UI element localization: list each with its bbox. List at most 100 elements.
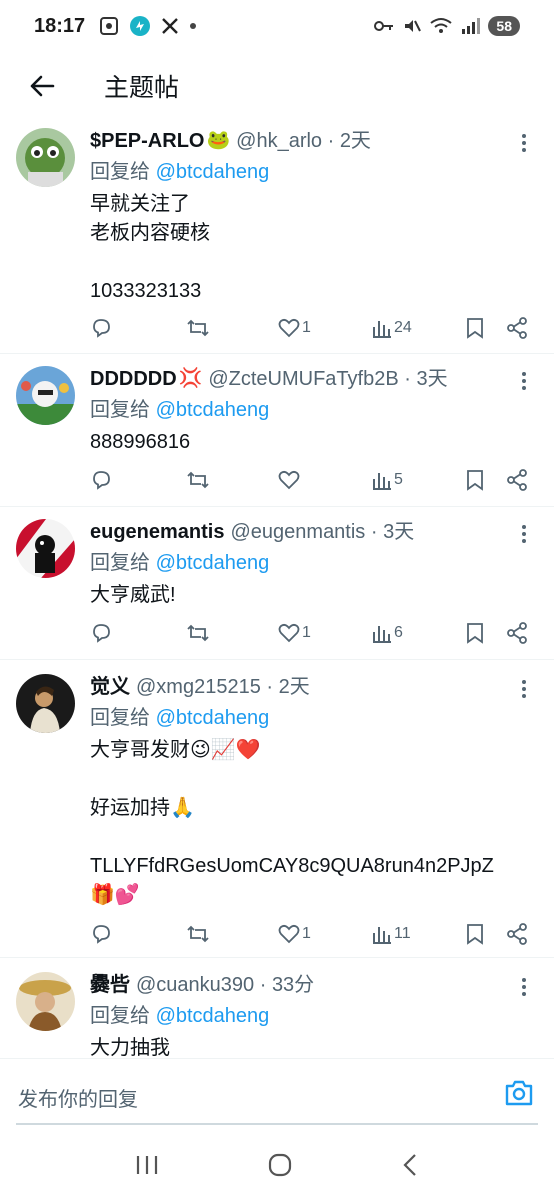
display-name[interactable]: eugenemantis — [90, 519, 224, 545]
like-button[interactable] — [278, 466, 302, 494]
status-bar: 18:17 58 — [0, 0, 554, 52]
share-icon — [507, 317, 527, 339]
share-icon — [507, 622, 527, 644]
reply-mention-link[interactable]: @btcdaheng — [156, 399, 270, 421]
signal-icon — [462, 18, 481, 34]
more-options-button[interactable] — [514, 370, 534, 390]
repost-icon — [187, 471, 209, 489]
views-button[interactable]: 6 — [372, 619, 403, 647]
tweet-reply[interactable]: DDDDDD 💢 @ZcteUMUFaTyfb2B · 3天 回复给 @btcd… — [0, 354, 554, 507]
like-button[interactable]: 1 — [278, 314, 311, 342]
more-options-button[interactable] — [514, 976, 534, 996]
bookmark-button[interactable] — [466, 619, 484, 647]
display-name[interactable]: 爨呰 — [90, 972, 130, 998]
reply-to-label: 回复给 — [90, 161, 150, 183]
tweet-text: 大亨哥发财😉📈❤️ 好运加持🙏 TLLYFfdRGesUomCAY8c9QUA8… — [90, 739, 494, 906]
display-name[interactable]: 觉义 — [90, 674, 130, 700]
like-button[interactable]: 1 — [278, 920, 311, 948]
bookmark-button[interactable] — [466, 920, 484, 948]
handle-and-time: @eugenmantis · 3天 — [230, 521, 415, 543]
reply-button[interactable] — [90, 920, 112, 948]
avatar[interactable] — [16, 366, 75, 425]
reply-to-line: 回复给 @btcdaheng — [90, 158, 534, 186]
repost-button[interactable] — [186, 920, 210, 948]
views-count: 5 — [394, 471, 403, 488]
wifi-icon — [430, 18, 453, 33]
repost-button[interactable] — [186, 314, 210, 342]
more-options-button[interactable] — [514, 678, 534, 698]
share-button[interactable] — [506, 619, 528, 647]
camera-button[interactable] — [504, 1079, 534, 1112]
reply-to-line: 回复给 @btcdaheng — [90, 396, 534, 424]
reply-icon — [93, 319, 110, 338]
heart-icon — [278, 318, 300, 338]
tweet-text: 大亨威武! — [90, 584, 176, 606]
share-button[interactable] — [506, 920, 528, 948]
tweet-actions: 1 11 — [90, 920, 536, 948]
repost-button[interactable] — [186, 619, 210, 647]
reply-button[interactable] — [90, 619, 112, 647]
reply-input[interactable]: 发布你的回复 — [18, 1083, 138, 1112]
handle-and-time: @cuanku390 · 33分 — [136, 974, 315, 996]
bookmark-button[interactable] — [466, 466, 484, 494]
tweet-text: 大力抽我 — [90, 1037, 170, 1058]
avatar[interactable] — [16, 128, 75, 187]
views-button[interactable]: 24 — [372, 314, 412, 342]
tweet-text: 888996816 — [90, 431, 191, 453]
avatar[interactable] — [16, 674, 75, 733]
views-button[interactable]: 11 — [372, 920, 411, 948]
views-button[interactable]: 5 — [372, 466, 403, 494]
recent-apps-icon[interactable] — [134, 1153, 160, 1177]
avatar[interactable] — [16, 519, 75, 578]
reply-icon — [93, 925, 110, 944]
heart-icon — [278, 470, 300, 490]
tweet-header: 觉义 @xmg215215 · 2天 — [90, 674, 534, 700]
reply-button[interactable] — [90, 466, 112, 494]
display-name[interactable]: $PEP-ARLO — [90, 128, 204, 154]
reply-to-label: 回复给 — [90, 552, 150, 574]
bookmark-button[interactable] — [466, 314, 484, 342]
bookmark-icon — [467, 318, 483, 339]
reply-mention-link[interactable]: @btcdaheng — [156, 707, 270, 729]
heart-icon — [278, 623, 300, 643]
name-emoji: 🐸 — [206, 130, 231, 151]
views-count: 24 — [394, 319, 412, 336]
tweet-header: $PEP-ARLO 🐸 @hk_arlo · 2天 — [90, 128, 534, 154]
status-time: 18:17 — [34, 14, 86, 37]
tweet-reply[interactable]: 觉义 @xmg215215 · 2天 回复给 @btcdaheng 大亨哥发财😉… — [0, 660, 554, 958]
replies-feed[interactable]: $PEP-ARLO 🐸 @hk_arlo · 2天 回复给 @btcdaheng… — [0, 120, 554, 1058]
avatar[interactable] — [16, 972, 75, 1031]
tweet-text: 早就关注了 老板内容硬核 1033323133 — [90, 193, 210, 302]
composer-divider — [16, 1123, 538, 1125]
more-options-button[interactable] — [514, 132, 534, 152]
display-name[interactable]: DDDDDD — [90, 366, 177, 392]
tweet-reply[interactable]: $PEP-ARLO 🐸 @hk_arlo · 2天 回复给 @btcdaheng… — [0, 120, 554, 354]
dot-icon — [190, 23, 197, 29]
like-count: 1 — [302, 319, 311, 336]
reply-composer[interactable]: 发布你的回复 — [0, 1058, 554, 1130]
like-button[interactable]: 1 — [278, 619, 311, 647]
reply-mention-link[interactable]: @btcdaheng — [156, 1005, 270, 1027]
reply-mention-link[interactable]: @btcdaheng — [156, 161, 270, 183]
tweet-header: 爨呰 @cuanku390 · 33分 — [90, 972, 534, 998]
share-button[interactable] — [506, 314, 528, 342]
reply-to-label: 回复给 — [90, 707, 150, 729]
reply-mention-link[interactable]: @btcdaheng — [156, 552, 270, 574]
reply-button[interactable] — [90, 314, 112, 342]
back-button[interactable] — [22, 66, 62, 106]
more-options-button[interactable] — [514, 523, 534, 543]
reply-to-line: 回复给 @btcdaheng — [90, 549, 534, 577]
share-icon — [507, 469, 527, 491]
back-nav-icon[interactable] — [400, 1152, 420, 1178]
repost-button[interactable] — [186, 466, 210, 494]
tweet-reply[interactable]: 爨呰 @cuanku390 · 33分 回复给 @btcdaheng 大力抽我 — [0, 958, 554, 1058]
handle-and-time: @xmg215215 · 2天 — [136, 676, 310, 698]
views-icon — [373, 927, 391, 944]
tweet-reply[interactable]: eugenemantis @eugenmantis · 3天 回复给 @btcd… — [0, 507, 554, 660]
page-title: 主题帖 — [104, 74, 180, 102]
share-button[interactable] — [506, 466, 528, 494]
camera-icon — [505, 1080, 533, 1106]
mute-icon — [405, 20, 422, 32]
like-count: 1 — [302, 925, 311, 942]
home-icon[interactable] — [267, 1152, 293, 1178]
